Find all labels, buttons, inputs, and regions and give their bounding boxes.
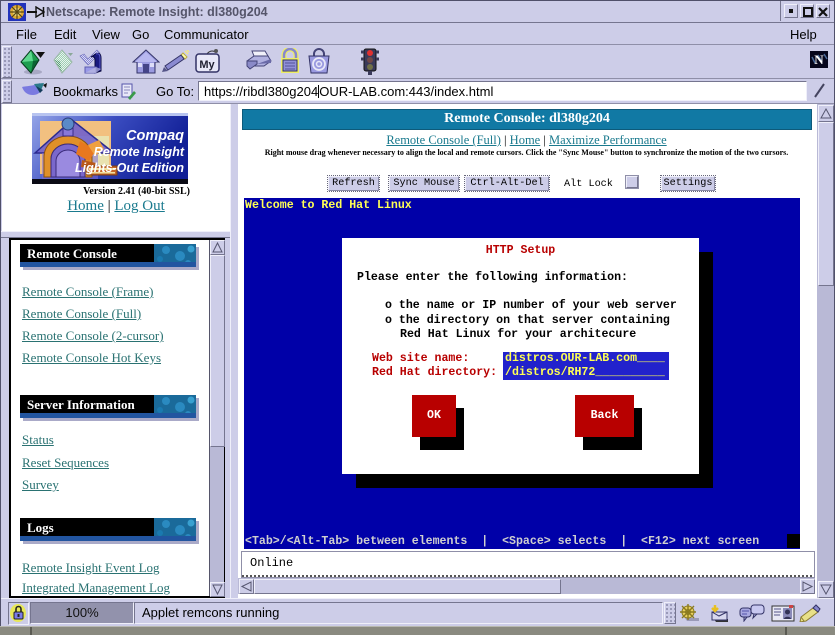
svg-text:Compaq: Compaq [126, 128, 184, 144]
svg-text:Lights-Out Edition: Lights-Out Edition [75, 161, 184, 175]
svg-text:N: N [814, 52, 824, 67]
svg-text:Server Information: Server Information [27, 397, 135, 412]
svg-text:Remote Insight: Remote Insight [94, 145, 185, 159]
svg-text:My: My [199, 59, 215, 71]
svg-text:Remote Console: Remote Console [27, 246, 117, 261]
svg-text:Logs: Logs [27, 520, 54, 535]
